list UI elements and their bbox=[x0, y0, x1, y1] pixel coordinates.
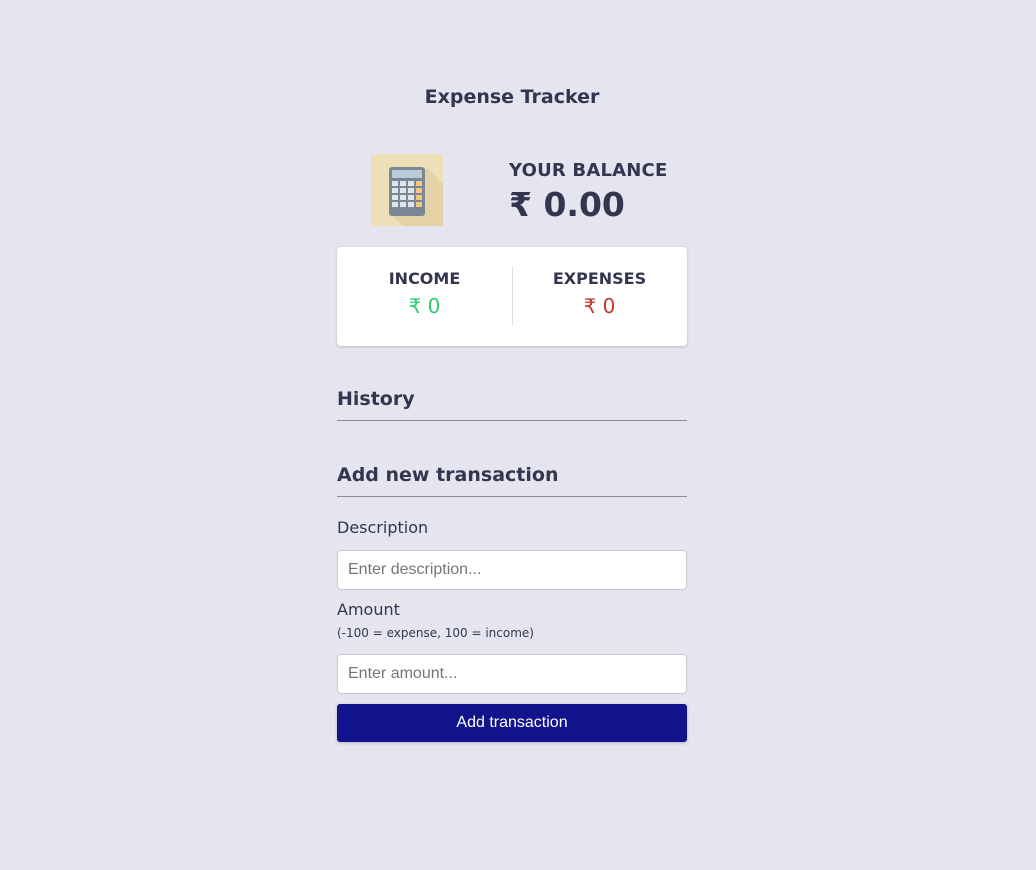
add-transaction-heading: Add new transaction bbox=[337, 464, 687, 497]
balance-label: YOUR BALANCE bbox=[509, 160, 668, 181]
income-expense-card: INCOME ₹ 0 EXPENSES ₹ 0 bbox=[337, 247, 687, 346]
history-heading: History bbox=[337, 388, 687, 421]
calculator-icon bbox=[371, 154, 443, 226]
expense-column: EXPENSES ₹ 0 bbox=[512, 269, 687, 318]
amount-label: Amount bbox=[337, 600, 400, 619]
amount-hint: (-100 = expense, 100 = income) bbox=[337, 626, 534, 640]
income-value: ₹ 0 bbox=[408, 294, 441, 318]
balance-section: YOUR BALANCE ₹ 0.00 bbox=[337, 154, 687, 227]
expense-value: ₹ 0 bbox=[583, 294, 616, 318]
expense-label: EXPENSES bbox=[552, 269, 647, 288]
app-title: Expense Tracker bbox=[424, 86, 600, 108]
description-label: Description bbox=[337, 518, 429, 537]
add-transaction-button[interactable]: Add transaction bbox=[337, 704, 687, 742]
description-input[interactable] bbox=[337, 550, 687, 590]
amount-input[interactable] bbox=[337, 654, 687, 694]
income-column: INCOME ₹ 0 bbox=[337, 269, 512, 318]
balance-value: ₹ 0.00 bbox=[509, 185, 625, 224]
income-label: INCOME bbox=[388, 269, 461, 288]
